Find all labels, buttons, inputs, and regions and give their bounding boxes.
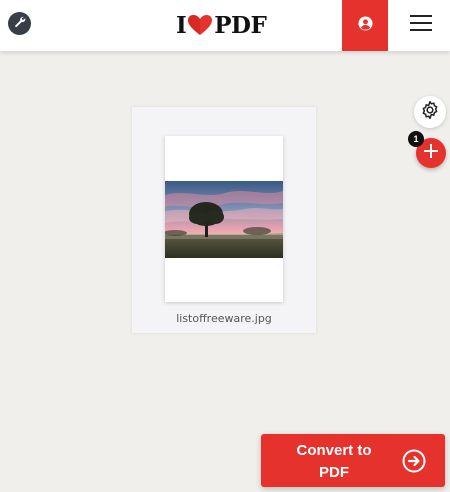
wrench-icon bbox=[13, 15, 26, 33]
main-menu-button[interactable] bbox=[398, 0, 444, 51]
file-name-label: listoffreeware.jpg bbox=[176, 312, 272, 325]
settings-button[interactable] bbox=[414, 96, 446, 128]
landscape-photo-image bbox=[165, 181, 283, 258]
tools-button[interactable] bbox=[8, 12, 31, 35]
file-count-badge: 1 bbox=[408, 131, 424, 147]
logo-text-right: PDF bbox=[214, 11, 267, 39]
user-icon bbox=[357, 15, 373, 36]
gear-icon bbox=[420, 100, 440, 125]
arrow-right-circle-icon bbox=[402, 449, 426, 473]
convert-label-line1: Convert to bbox=[296, 442, 372, 459]
user-account-button[interactable] bbox=[342, 0, 388, 51]
heart-icon bbox=[187, 14, 213, 36]
file-card[interactable]: listoffreeware.jpg bbox=[132, 107, 316, 333]
convert-label-line2: PDF bbox=[319, 464, 349, 481]
file-thumbnail bbox=[165, 136, 283, 302]
logo-text-left: I bbox=[176, 11, 187, 39]
plus-icon bbox=[423, 143, 439, 164]
ilovepdf-logo[interactable]: I PDF bbox=[176, 10, 267, 40]
hamburger-menu-icon bbox=[409, 14, 433, 37]
convert-button-label: Convert to PDF bbox=[279, 440, 389, 484]
convert-to-pdf-button[interactable]: Convert to PDF bbox=[261, 434, 445, 487]
top-navigation-bar: I PDF bbox=[0, 0, 450, 51]
